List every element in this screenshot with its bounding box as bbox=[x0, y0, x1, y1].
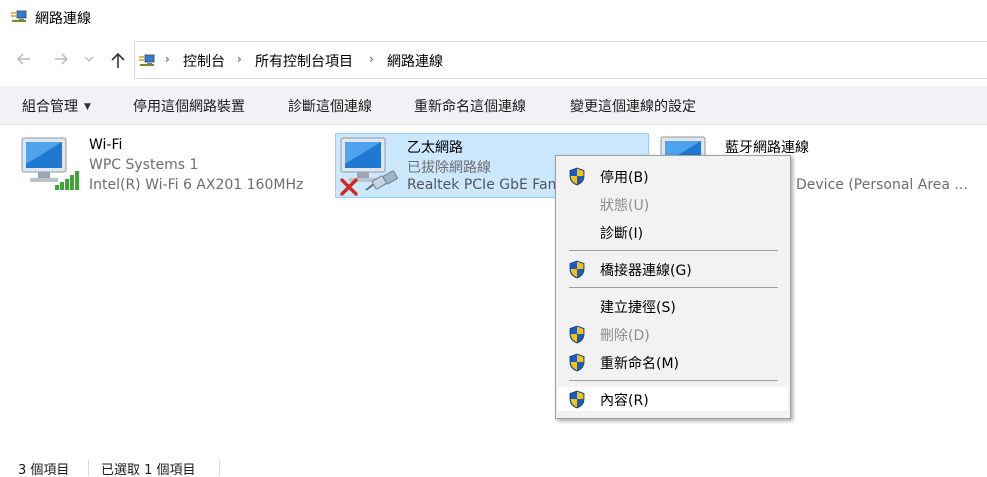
navigation-row: › 控制台 › 所有控制台項目 › 網路連線 bbox=[0, 41, 987, 79]
connection-network: WPC Systems 1 bbox=[89, 157, 199, 173]
menu-item-properties[interactable]: 內容(R) bbox=[558, 387, 788, 411]
organize-button[interactable]: 組合管理 ▼ bbox=[22, 96, 91, 116]
menu-item-status[interactable]: 狀態(U) bbox=[558, 192, 788, 216]
connection-adapter: Device (Personal Area ... bbox=[796, 177, 968, 193]
menu-item-create-shortcut[interactable]: 建立捷徑(S) bbox=[558, 294, 788, 318]
uac-shield-icon bbox=[569, 390, 585, 409]
menu-item-disable[interactable]: 停用(B) bbox=[558, 164, 788, 188]
menu-item-label: 刪除(D) bbox=[600, 328, 650, 344]
breadcrumb-all-items[interactable]: 所有控制台項目 bbox=[255, 51, 353, 71]
menu-item-rename[interactable]: 重新命名(M) bbox=[558, 350, 788, 374]
chevron-down-icon[interactable] bbox=[82, 50, 96, 72]
status-selected-count: 已選取 1 個項目 bbox=[101, 463, 196, 477]
rename-button[interactable]: 重新命名這個連線 bbox=[414, 96, 526, 116]
status-divider bbox=[219, 459, 220, 475]
menu-item-label: 停用(B) bbox=[600, 170, 649, 186]
disable-device-button[interactable]: 停用這個網路裝置 bbox=[133, 96, 245, 116]
diagnose-button[interactable]: 診斷這個連線 bbox=[288, 96, 372, 116]
connection-item-wifi[interactable]: Wi-Fi WPC Systems 1 Intel(R) Wi-Fi 6 AX2… bbox=[18, 133, 318, 198]
menu-item-label: 橋接器連線(G) bbox=[600, 263, 692, 279]
connection-adapter: Realtek PCIe GbE Fam bbox=[407, 177, 562, 193]
breadcrumb-control-panel[interactable]: 控制台 bbox=[183, 51, 225, 71]
menu-item-bridge[interactable]: 橋接器連線(G) bbox=[558, 257, 788, 281]
title-bar: 網路連線 bbox=[0, 0, 987, 34]
connection-name: 藍牙網路連線 bbox=[725, 140, 809, 156]
menu-separator bbox=[569, 250, 778, 251]
uac-shield-icon bbox=[569, 167, 585, 186]
arrow-left-icon[interactable] bbox=[13, 50, 35, 72]
menu-separator bbox=[569, 380, 778, 381]
arrow-right-icon[interactable] bbox=[50, 50, 72, 72]
status-divider bbox=[88, 459, 89, 475]
address-bar[interactable]: › 控制台 › 所有控制台項目 › 網路連線 bbox=[134, 41, 987, 79]
context-menu: 停用(B) 狀態(U) 診斷(I) 橋接器連線(G) 建立捷徑(S) 刪除(D) bbox=[555, 155, 791, 419]
connection-name: 乙太網路 bbox=[407, 140, 463, 156]
organize-label: 組合管理 bbox=[22, 99, 78, 115]
connection-status: 已拔除網路線 bbox=[407, 160, 491, 176]
menu-item-label: 狀態(U) bbox=[600, 198, 650, 214]
menu-item-label: 建立捷徑(S) bbox=[600, 300, 676, 316]
uac-shield-icon bbox=[569, 260, 585, 279]
menu-item-label: 內容(R) bbox=[600, 393, 649, 409]
error-x-icon bbox=[340, 178, 358, 196]
uac-shield-icon bbox=[569, 325, 585, 344]
signal-bars-icon bbox=[55, 171, 79, 190]
change-settings-button[interactable]: 變更這個連線的設定 bbox=[570, 96, 696, 116]
status-item-count: 3 個項目 bbox=[18, 463, 70, 477]
control-panel-icon bbox=[139, 54, 155, 66]
connection-name: Wi-Fi bbox=[89, 137, 123, 153]
breadcrumb-separator[interactable]: › bbox=[369, 52, 374, 66]
command-bar: 組合管理 ▼ 停用這個網路裝置 診斷這個連線 重新命名這個連線 變更這個連線的設定 bbox=[0, 86, 987, 125]
arrow-up-icon[interactable] bbox=[107, 50, 129, 72]
network-connections-icon bbox=[11, 10, 27, 22]
menu-item-delete[interactable]: 刪除(D) bbox=[558, 322, 788, 346]
menu-item-diagnose[interactable]: 診斷(I) bbox=[558, 220, 788, 244]
unplugged-cable-icon bbox=[365, 170, 398, 191]
breadcrumb-separator[interactable]: › bbox=[237, 52, 242, 66]
menu-item-label: 重新命名(M) bbox=[600, 356, 680, 372]
breadcrumb-network-connections[interactable]: 網路連線 bbox=[387, 51, 443, 71]
menu-separator bbox=[569, 287, 778, 288]
menu-item-label: 診斷(I) bbox=[600, 226, 644, 242]
dropdown-caret-icon: ▼ bbox=[84, 102, 91, 112]
uac-shield-icon bbox=[569, 353, 585, 372]
connection-adapter: Intel(R) Wi-Fi 6 AX201 160MHz bbox=[89, 177, 304, 193]
breadcrumb-separator[interactable]: › bbox=[165, 52, 170, 66]
window-title: 網路連線 bbox=[35, 11, 91, 27]
